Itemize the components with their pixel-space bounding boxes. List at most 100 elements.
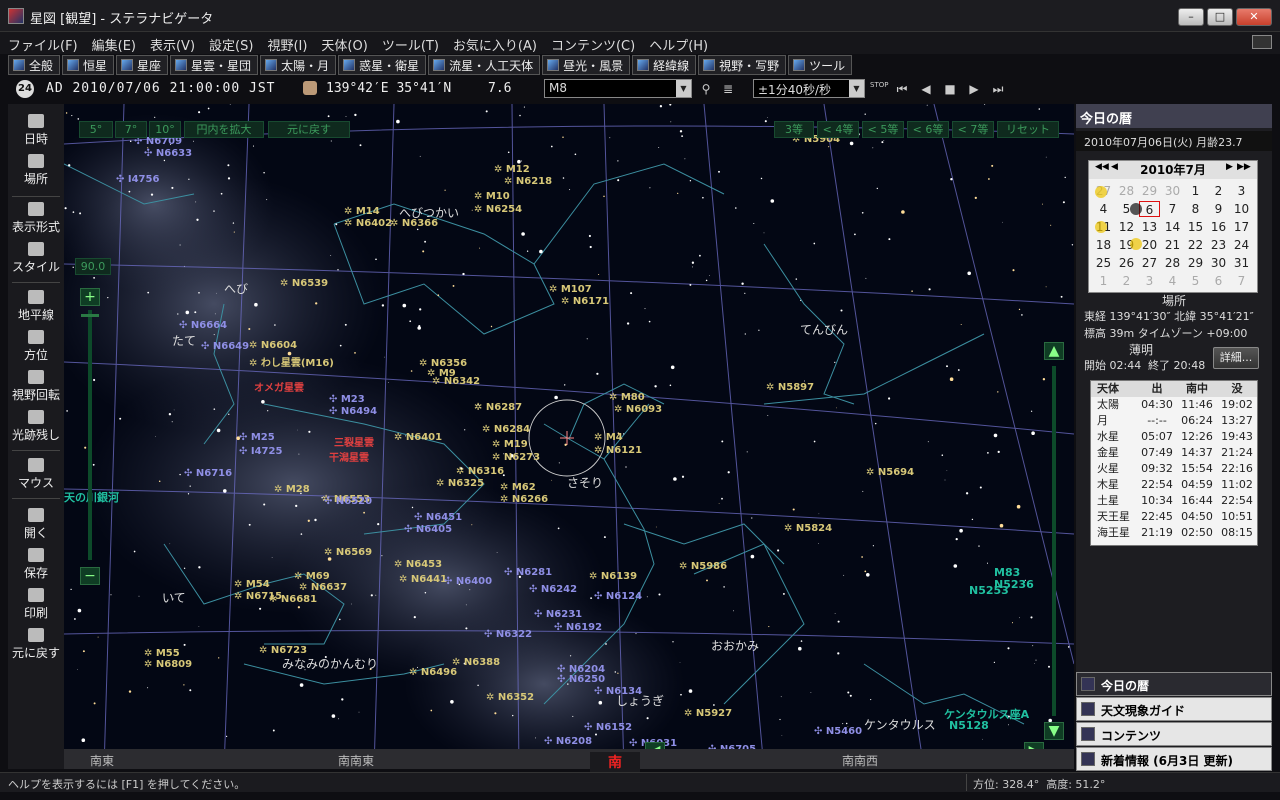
calendar-day[interactable]: 9 (1208, 201, 1229, 217)
constellation-label[interactable]: たて (172, 332, 196, 349)
tab-meteors-satellites[interactable]: 流星・人工天体 (428, 55, 541, 75)
pause-icon[interactable]: ■ (942, 81, 958, 97)
mag-3-button[interactable]: 3等 (774, 121, 814, 138)
tab-almanac[interactable]: 今日の暦 (1076, 672, 1272, 696)
close-button[interactable]: ✕ (1236, 8, 1272, 26)
altitude-up-button[interactable]: ▲ (1044, 342, 1064, 360)
deep-sky-object-label[interactable]: 干潟星雲 (329, 449, 369, 464)
deep-sky-object-label[interactable]: ✲ N6139 (589, 571, 637, 582)
calendar-day[interactable]: 14 (1162, 219, 1183, 235)
calendar-day[interactable]: 2 (1208, 183, 1229, 199)
deep-sky-object-label[interactable]: ✲ N6342 (432, 376, 480, 387)
deep-sky-object-label[interactable]: ✣ M23 (329, 394, 365, 405)
deep-sky-object-label[interactable]: ✣ N6405 (404, 524, 452, 535)
rotate-view-button[interactable]: 視野回転 (8, 370, 64, 403)
details-button[interactable]: 詳細... (1213, 347, 1259, 369)
calendar-day[interactable]: 20 (1139, 237, 1160, 253)
menu-view[interactable]: 表示(V) (142, 32, 201, 54)
deep-sky-object-label[interactable]: ✣ N6281 (504, 567, 552, 578)
calendar-day[interactable]: 23 (1208, 237, 1229, 253)
skip-back-icon[interactable]: ⏮ (894, 81, 910, 97)
display-mode-button[interactable]: 表示形式 (8, 202, 64, 235)
deep-sky-object-label[interactable]: ✲ M10 (474, 191, 510, 202)
constellation-label[interactable]: みなみのかんむり (282, 655, 378, 672)
location-button[interactable]: 場所 (8, 154, 64, 187)
calendar-day[interactable]: 7 (1162, 201, 1183, 217)
calendar-day[interactable]: 30 (1162, 183, 1183, 199)
fov-7-button[interactable]: 7° (115, 121, 147, 138)
deep-sky-object-label[interactable]: ✲ N6254 (474, 204, 522, 215)
deep-sky-object-label[interactable]: ✣ N6231 (534, 609, 582, 620)
deep-sky-object-label[interactable]: ✲ N6121 (594, 445, 642, 456)
deep-sky-object-label[interactable]: ケンタウルス座A (944, 706, 1029, 722)
deep-sky-object-label[interactable]: ✲ N6681 (269, 594, 317, 605)
deep-sky-object-label[interactable]: ✲ N6604 (249, 340, 297, 351)
menu-file[interactable]: ファイル(F) (0, 32, 84, 54)
menu-edit[interactable]: 編集(E) (84, 32, 142, 54)
mag-7-button[interactable]: < 7等 (952, 121, 994, 138)
deep-sky-object-label[interactable]: ✣ N5460 (814, 726, 862, 737)
deep-sky-object-label[interactable]: ✲ N6539 (280, 278, 328, 289)
mag-6-button[interactable]: < 6等 (907, 121, 949, 138)
coordinates-display[interactable]: 139°42′E 35°41′N (326, 81, 451, 96)
deep-sky-object-label[interactable]: ✲ N6401 (394, 432, 442, 443)
magnitude-reset-button[interactable]: リセット (997, 121, 1059, 138)
deep-sky-object-label[interactable]: ✲ N6637 (299, 582, 347, 593)
mag-5-button[interactable]: < 5等 (862, 121, 904, 138)
prev-month-icon[interactable]: ◀ (1111, 162, 1118, 172)
deep-sky-object-label[interactable]: ✲ N6496 (409, 667, 457, 678)
datetime-display[interactable]: AD 2010/07/06 21:00:00 JST (46, 81, 276, 96)
calendar-day[interactable]: 24 (1231, 237, 1252, 253)
undo-button[interactable]: 元に戻す (8, 628, 64, 661)
calendar-day[interactable]: 1 (1185, 183, 1206, 199)
tab-field-view[interactable]: 視野・写野 (698, 55, 787, 75)
deep-sky-object-label[interactable]: ✲ M69 (294, 571, 330, 582)
deep-sky-object-label[interactable]: ✲ わし星雲(M16) (249, 354, 334, 369)
deep-sky-object-label[interactable]: ✲ M28 (274, 484, 310, 495)
mouse-button[interactable]: マウス (8, 458, 64, 491)
deep-sky-object-label[interactable]: ✣ N6208 (544, 736, 592, 747)
list-icon[interactable]: ≣ (720, 81, 736, 97)
menu-tools[interactable]: ツール(T) (374, 32, 445, 54)
tab-nebulae-clusters[interactable]: 星雲・星団 (170, 55, 259, 75)
calendar-day[interactable]: 6 (1208, 273, 1229, 289)
deep-sky-object-label[interactable]: ✲ N5986 (679, 561, 727, 572)
deep-sky-object-label[interactable]: ✣ I4725 (239, 446, 282, 457)
constellation-label[interactable]: てんびん (800, 321, 848, 338)
chevron-down-icon[interactable]: ▼ (849, 80, 864, 97)
menu-settings[interactable]: 設定(S) (201, 32, 259, 54)
calendar-day[interactable]: 6 (1139, 201, 1160, 217)
deep-sky-object-label[interactable]: ✲ N5927 (684, 708, 732, 719)
menu-contents[interactable]: コンテンツ(C) (543, 32, 641, 54)
deep-sky-object-label[interactable]: ✲ N6273 (492, 452, 540, 463)
deep-sky-object-label[interactable]: ✲ N6218 (504, 176, 552, 187)
calendar-day[interactable]: 27 (1139, 255, 1160, 271)
tab-contents[interactable]: コンテンツ (1076, 722, 1272, 746)
calendar-day[interactable]: 5 (1185, 273, 1206, 289)
deep-sky-object-label[interactable]: ✣ N6520 (324, 496, 372, 507)
calendar-day[interactable]: 8 (1185, 201, 1206, 217)
location-icon[interactable] (303, 81, 317, 95)
deep-sky-object-label[interactable]: ✲ N6453 (394, 559, 442, 570)
step-back-icon[interactable]: ◀ (918, 81, 934, 97)
object-search-combo[interactable]: M8 ▼ (544, 79, 692, 98)
deep-sky-object-label[interactable]: ✣ N6152 (584, 722, 632, 733)
tab-sun-moon[interactable]: 太陽・月 (260, 55, 337, 75)
menu-help[interactable]: ヘルプ(H) (641, 32, 714, 54)
calendar-day[interactable]: 13 (1139, 219, 1160, 235)
fov-display[interactable]: 7.6 (488, 81, 511, 96)
minimize-button[interactable]: – (1178, 8, 1204, 26)
restore-button[interactable]: 元に戻す (268, 121, 350, 138)
deep-sky-object-label[interactable]: ✣ N6192 (554, 622, 602, 633)
calendar-day[interactable]: 16 (1208, 219, 1229, 235)
next-month-icon[interactable]: ▶ (1226, 162, 1233, 172)
zoom-circle-button[interactable]: 円内を拡大 (184, 121, 264, 138)
deep-sky-object-label[interactable]: ✣ N6242 (529, 584, 577, 595)
calendar-day[interactable]: 29 (1185, 255, 1206, 271)
deep-sky-object-label[interactable]: ✲ M55 (144, 648, 180, 659)
deep-sky-object-label[interactable]: ✲ M4 (594, 432, 623, 443)
constellation-label[interactable]: しょうぎ (616, 692, 664, 709)
deep-sky-object-label[interactable]: ✲ N6093 (614, 404, 662, 415)
calendar-day[interactable]: 17 (1231, 219, 1252, 235)
calendar-day[interactable]: 21 (1162, 237, 1183, 253)
